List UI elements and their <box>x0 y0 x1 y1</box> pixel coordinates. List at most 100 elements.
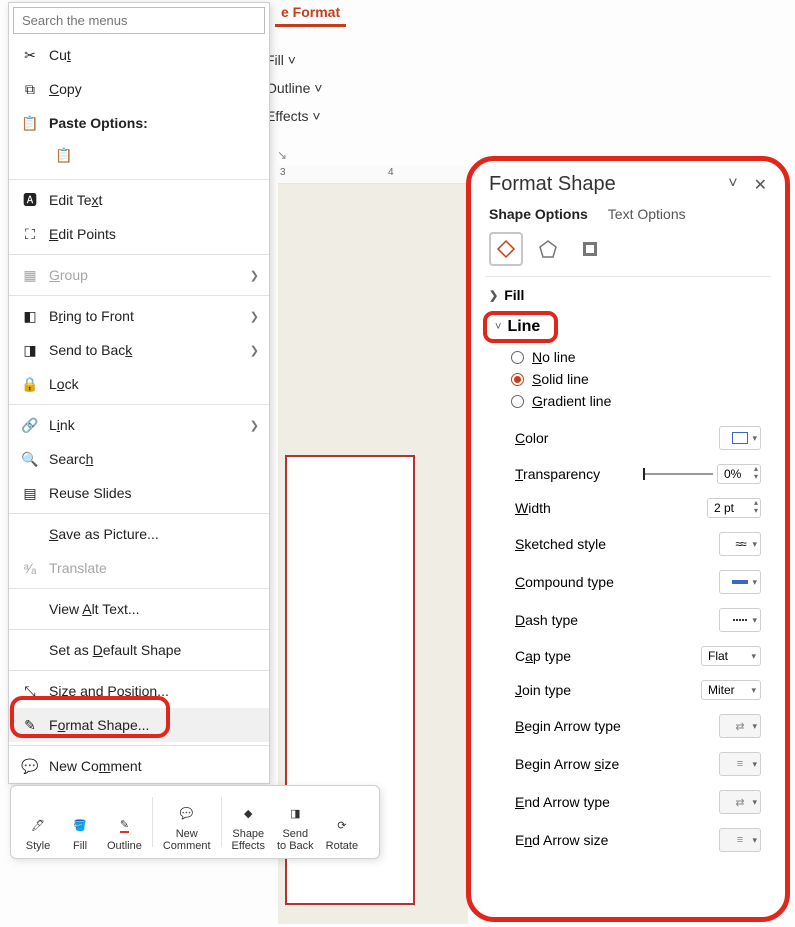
scissors-icon: ✂ <box>19 46 41 64</box>
sketched-icon: ≈≈ <box>735 537 744 551</box>
menu-separator <box>9 295 269 296</box>
prop-end-arrow-size: End Arrow size ≡▾ <box>471 821 785 859</box>
prop-sketched-style: Sketched style ≈≈▾ <box>471 525 785 563</box>
translate-icon: ᵃ⁄ₐ <box>19 559 41 577</box>
arrow-size-icon: ≡ <box>737 834 743 846</box>
shape-effects-icon: ◆ <box>235 800 261 826</box>
pane-close-icon[interactable]: ✕ <box>754 175 767 195</box>
menu-view-alt-text[interactable]: View Alt Text... <box>9 592 269 626</box>
end-arrow-type-picker[interactable]: ⇄▾ <box>719 790 761 814</box>
new-comment-icon: 💬 <box>174 800 200 826</box>
dialog-launcher-icon[interactable]: ↘ <box>277 148 287 162</box>
paste-keep-source-icon[interactable]: 📋 <box>49 140 79 170</box>
effects-category-icon[interactable] <box>531 232 565 266</box>
prop-color: Color ▾ <box>471 419 785 457</box>
arrow-type-icon: ⇄ <box>735 720 744 733</box>
color-swatch-icon <box>732 432 748 444</box>
transparency-spinner[interactable]: 0%▴▾ <box>717 464 761 484</box>
menu-reuse-slides[interactable]: ▤ Reuse Slides <box>9 476 269 510</box>
style-icon: 🖊 <box>25 812 51 838</box>
ruler-mark: 3 <box>280 167 286 178</box>
menu-separator <box>9 254 269 255</box>
ruler-mark: 4 <box>388 167 394 178</box>
transparency-slider[interactable] <box>643 473 713 475</box>
mini-new-comment[interactable]: 💬 New Comment <box>157 790 217 854</box>
radio-icon <box>511 395 524 408</box>
prop-width: Width 2 pt▴▾ <box>471 491 785 525</box>
search-icon: 🔍 <box>19 450 41 468</box>
mini-outline[interactable]: ✎ Outline <box>101 790 148 854</box>
link-icon: 🔗 <box>19 416 41 434</box>
menu-new-comment[interactable]: 💬 New Comment <box>9 749 269 783</box>
menu-format-shape[interactable]: ✎ Format Shape... <box>9 708 269 742</box>
join-type-select[interactable]: Miter▾ <box>701 680 761 700</box>
arrow-size-icon: ≡ <box>737 758 743 770</box>
tab-shape-options[interactable]: Shape Options <box>489 206 588 222</box>
menu-search-input[interactable] <box>13 7 265 34</box>
menu-separator <box>9 745 269 746</box>
format-shape-icon: ✎ <box>19 716 41 734</box>
radio-no-line[interactable]: No line <box>471 345 785 367</box>
fill-line-category-icon[interactable] <box>489 232 523 266</box>
menu-size-and-position[interactable]: ⤡ Size and Position... <box>9 674 269 708</box>
mini-shape-effects[interactable]: ◆ Shape Effects <box>226 790 271 854</box>
menu-search[interactable]: 🔍 Search <box>9 442 269 476</box>
radio-gradient-line[interactable]: Gradient line <box>471 389 785 411</box>
dash-type-picker[interactable]: ▾ <box>719 608 761 632</box>
menu-edit-text[interactable]: 🅰 Edit Text <box>9 183 269 217</box>
sketched-style-picker[interactable]: ≈≈▾ <box>719 532 761 556</box>
mini-style[interactable]: 🖊 Style <box>17 790 59 854</box>
cap-type-select[interactable]: Flat▾ <box>701 646 761 666</box>
menu-set-default-shape[interactable]: Set as Default Shape <box>9 633 269 667</box>
end-arrow-size-picker[interactable]: ≡▾ <box>719 828 761 852</box>
menu-cut[interactable]: ✂ Cut <box>9 38 269 72</box>
ribbon-tab-shape-format[interactable]: e Format <box>275 0 346 27</box>
shape-effects-dropdown[interactable]: Effects ˅ <box>266 108 322 124</box>
size-properties-category-icon[interactable] <box>573 232 607 266</box>
pane-options-chevron-icon[interactable]: ˅ <box>728 175 737 195</box>
tab-text-options[interactable]: Text Options <box>608 206 686 222</box>
menu-separator <box>9 513 269 514</box>
arrow-type-icon: ⇄ <box>735 796 744 809</box>
menu-separator <box>9 670 269 671</box>
mini-fill[interactable]: 🪣 Fill <box>59 790 101 854</box>
prop-cap-type: Cap type Flat▾ <box>471 639 785 673</box>
radio-solid-line[interactable]: Solid line <box>471 367 785 389</box>
edit-points-icon: ⛶ <box>19 225 41 243</box>
chevron-right-icon: ❯ <box>250 310 259 323</box>
section-fill[interactable]: ❯ Fill <box>471 277 785 307</box>
menu-bring-to-front[interactable]: ◧ Bring to Front ❯ <box>9 299 269 333</box>
prop-join-type: Join type Miter▾ <box>471 673 785 707</box>
chevron-right-icon: ❯ <box>250 419 259 432</box>
section-line[interactable]: ˅ Line <box>483 311 558 343</box>
mini-send-to-back[interactable]: ◨ Send to Back <box>271 790 320 854</box>
menu-edit-points[interactable]: ⛶ Edit Points <box>9 217 269 251</box>
width-spinner[interactable]: 2 pt▴▾ <box>707 498 761 518</box>
menu-lock[interactable]: 🔒 Lock <box>9 367 269 401</box>
prop-end-arrow-type: End Arrow type ⇄▾ <box>471 783 785 821</box>
shape-fill-dropdown[interactable]: Fill ˅ <box>266 52 322 68</box>
compound-type-picker[interactable]: ▾ <box>719 570 761 594</box>
size-position-icon: ⤡ <box>19 682 41 700</box>
menu-send-to-back[interactable]: ◨ Send to Back ❯ <box>9 333 269 367</box>
mini-toolbar: 🖊 Style 🪣 Fill ✎ Outline 💬 New Comment ◆… <box>10 785 380 859</box>
menu-link[interactable]: 🔗 Link ❯ <box>9 408 269 442</box>
reuse-slides-icon: ▤ <box>19 484 41 502</box>
context-menu: ✂ Cut ⧉ Copy 📋 Paste Options: 📋 🅰 Edit T… <box>8 2 270 784</box>
blank-icon <box>19 525 41 543</box>
begin-arrow-type-picker[interactable]: ⇄▾ <box>719 714 761 738</box>
mini-rotate[interactable]: ⟳ Rotate <box>320 790 364 854</box>
prop-transparency: Transparency 0%▴▾ <box>471 457 785 491</box>
lock-icon: 🔒 <box>19 375 41 393</box>
bring-front-icon: ◧ <box>19 307 41 325</box>
menu-save-as-picture[interactable]: Save as Picture... <box>9 517 269 551</box>
shape-outline-dropdown[interactable]: Outline ˅ <box>266 80 322 96</box>
begin-arrow-size-picker[interactable]: ≡▾ <box>719 752 761 776</box>
compound-icon <box>732 580 748 584</box>
group-icon: ▦ <box>19 266 41 284</box>
horizontal-ruler <box>278 166 468 184</box>
menu-copy[interactable]: ⧉ Copy <box>9 72 269 106</box>
prop-begin-arrow-type: Begin Arrow type ⇄▾ <box>471 707 785 745</box>
color-picker[interactable]: ▾ <box>719 426 761 450</box>
prop-compound-type: Compound type ▾ <box>471 563 785 601</box>
